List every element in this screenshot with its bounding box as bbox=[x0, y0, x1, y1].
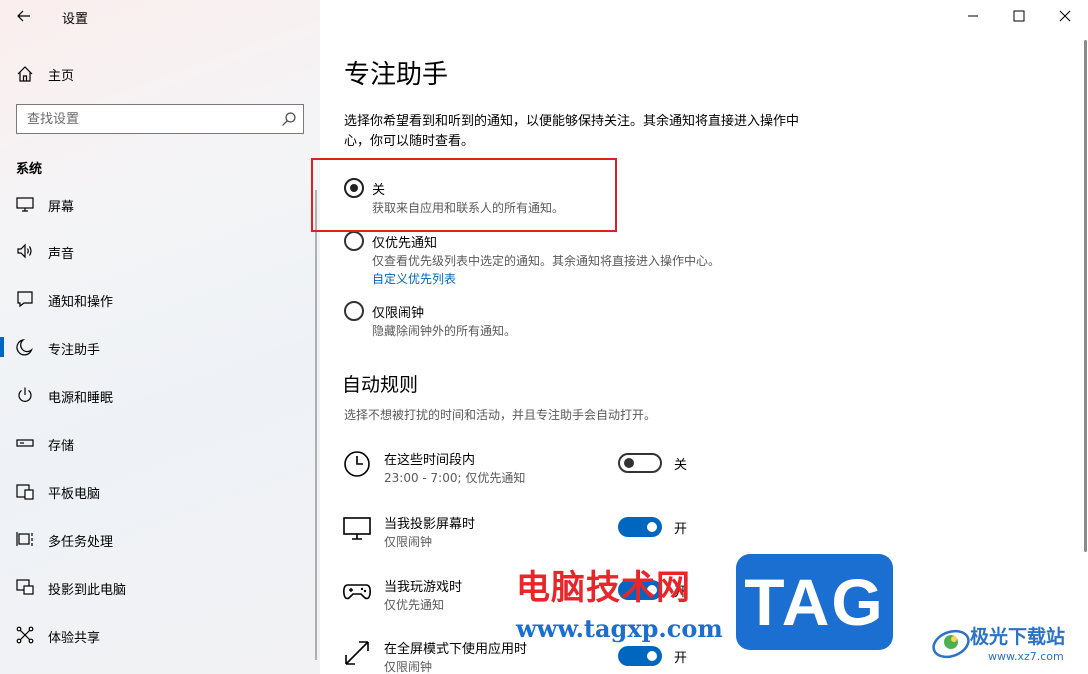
minimize-button[interactable] bbox=[950, 0, 996, 32]
watermark-site-name: 电脑技术网 bbox=[516, 568, 691, 608]
radio-label: 仅优先通知 bbox=[372, 236, 438, 251]
sidebar-item-label: 投影到此电脑 bbox=[48, 583, 127, 598]
sidebar-item-label: 体验共享 bbox=[48, 631, 101, 646]
power-icon bbox=[18, 387, 32, 402]
rule-toggle[interactable] bbox=[618, 646, 662, 666]
rule-subtitle: 仅优先通知 bbox=[384, 598, 445, 612]
maximize-icon bbox=[1013, 10, 1025, 22]
watermark-site-url: www.xz7.com bbox=[988, 650, 1064, 663]
speaker-icon bbox=[17, 243, 32, 259]
radio-button[interactable] bbox=[344, 178, 364, 198]
share-icon bbox=[16, 626, 34, 644]
rule-duplicating-display[interactable]: 当我投影屏幕时 仅限闹钟 开 bbox=[342, 513, 1062, 563]
page-title: 专注助手 bbox=[344, 60, 449, 90]
sidebar-item-sound[interactable]: 声音 bbox=[0, 231, 320, 271]
rule-title: 当我投影屏幕时 bbox=[384, 517, 476, 532]
radio-button[interactable] bbox=[344, 231, 364, 251]
sidebar-item-storage[interactable]: 存储 bbox=[0, 423, 320, 463]
toggle-state-label: 关 bbox=[674, 458, 688, 473]
home-icon bbox=[17, 66, 33, 82]
window-controls bbox=[950, 0, 1088, 32]
rule-toggle[interactable] bbox=[618, 453, 662, 473]
toggle-state-label: 开 bbox=[674, 522, 688, 537]
close-icon bbox=[1059, 10, 1071, 22]
sidebar-item-label: 主页 bbox=[48, 69, 75, 84]
section-label: 系统 bbox=[16, 162, 43, 177]
radio-description: 仅查看优先级列表中选定的通知。其余通知将直接进入操作中心。 bbox=[372, 254, 721, 268]
rule-title: 在这些时间段内 bbox=[384, 453, 476, 468]
radio-description: 获取来自应用和联系人的所有通知。 bbox=[372, 201, 565, 215]
monitor-icon bbox=[343, 517, 371, 540]
back-button[interactable] bbox=[8, 2, 40, 30]
auto-rules-description: 选择不想被打扰的时间和活动，并且专注助手会自动打开。 bbox=[344, 408, 657, 422]
rule-title: 当我玩游戏时 bbox=[384, 580, 463, 595]
search-input[interactable] bbox=[17, 111, 267, 127]
sidebar: 设置 主页 系统 屏幕 声音 bbox=[0, 0, 320, 674]
sidebar-scrollbar[interactable] bbox=[315, 190, 317, 660]
radio-button[interactable] bbox=[344, 301, 364, 321]
search-box bbox=[16, 104, 304, 134]
sidebar-item-display[interactable]: 屏幕 bbox=[0, 196, 320, 224]
search-icon[interactable] bbox=[281, 111, 297, 127]
gamepad-icon bbox=[343, 584, 371, 600]
watermark-tag-text: TAG bbox=[744, 565, 885, 639]
customize-priority-list-link[interactable]: 自定义优先列表 bbox=[372, 270, 456, 287]
rule-during-these-times[interactable]: 在这些时间段内 23:00 - 7:00; 仅优先通知 关 bbox=[342, 449, 1062, 499]
rule-title: 在全屏模式下使用应用时 bbox=[384, 642, 528, 657]
sidebar-item-label: 存储 bbox=[48, 439, 75, 454]
active-indicator bbox=[0, 337, 4, 357]
radio-label: 仅限闹钟 bbox=[372, 306, 425, 321]
sidebar-item-label: 声音 bbox=[48, 247, 75, 262]
clock-icon bbox=[344, 451, 370, 477]
auto-rules-title: 自动规则 bbox=[342, 374, 419, 396]
sidebar-item-label: 屏幕 bbox=[48, 200, 75, 215]
sidebar-item-label: 平板电脑 bbox=[48, 487, 101, 502]
sidebar-item-label: 电源和睡眠 bbox=[48, 391, 114, 406]
sidebar-item-label: 专注助手 bbox=[48, 343, 101, 358]
rule-subtitle: 仅限闹钟 bbox=[384, 660, 433, 674]
moon-icon bbox=[16, 339, 33, 356]
main-scrollbar[interactable] bbox=[1084, 40, 1087, 552]
rule-subtitle: 仅限闹钟 bbox=[384, 535, 433, 549]
sidebar-item-tablet[interactable]: 平板电脑 bbox=[0, 471, 320, 511]
watermark-site-title: 极光下载站 bbox=[970, 626, 1066, 648]
close-button[interactable] bbox=[1042, 0, 1088, 32]
display-icon bbox=[16, 197, 34, 212]
sidebar-item-focus-assist[interactable]: 专注助手 bbox=[0, 327, 320, 367]
sidebar-titlebar: 设置 bbox=[0, 0, 320, 32]
watermark-url: www.tagxp.com bbox=[516, 614, 723, 643]
watermark-tag-logo: TAG bbox=[736, 554, 893, 650]
toggle-state-label: 开 bbox=[674, 651, 688, 666]
storage-icon bbox=[16, 439, 34, 447]
back-arrow-icon bbox=[17, 10, 30, 22]
radio-description: 隐藏除闹钟外的所有通知。 bbox=[372, 324, 517, 338]
sidebar-item-shared-experiences[interactable]: 体验共享 bbox=[0, 615, 320, 655]
minimize-icon bbox=[968, 15, 978, 17]
sidebar-item-power[interactable]: 电源和睡眠 bbox=[0, 375, 320, 415]
sidebar-item-project[interactable]: 投影到此电脑 bbox=[0, 567, 320, 607]
rule-toggle[interactable] bbox=[618, 517, 662, 537]
watermark-download-site: 极光下载站 www.xz7.com bbox=[930, 620, 1088, 674]
fullscreen-icon bbox=[345, 641, 369, 665]
sidebar-item-label: 通知和操作 bbox=[48, 295, 114, 310]
main-content: 专注助手 选择你希望看到和听到的通知，以便能够保持关注。其余通知将直接进入操作中… bbox=[311, 0, 1088, 674]
rule-subtitle: 23:00 - 7:00; 仅优先通知 bbox=[384, 471, 526, 485]
app-title: 设置 bbox=[62, 12, 89, 27]
radio-label: 关 bbox=[372, 183, 386, 198]
aurora-logo-icon bbox=[932, 629, 970, 659]
notification-icon bbox=[17, 291, 33, 308]
tablet-icon bbox=[16, 484, 34, 500]
sidebar-item-notifications[interactable]: 通知和操作 bbox=[0, 279, 320, 319]
multitask-icon bbox=[16, 532, 33, 546]
sidebar-item-multitasking[interactable]: 多任务处理 bbox=[0, 519, 320, 559]
project-icon bbox=[16, 579, 34, 595]
maximize-button[interactable] bbox=[996, 0, 1042, 32]
sidebar-item-home[interactable]: 主页 bbox=[0, 58, 320, 88]
sidebar-item-label: 多任务处理 bbox=[48, 535, 114, 550]
page-description: 选择你希望看到和听到的通知，以便能够保持关注。其余通知将直接进入操作中心，你可以… bbox=[344, 114, 800, 149]
